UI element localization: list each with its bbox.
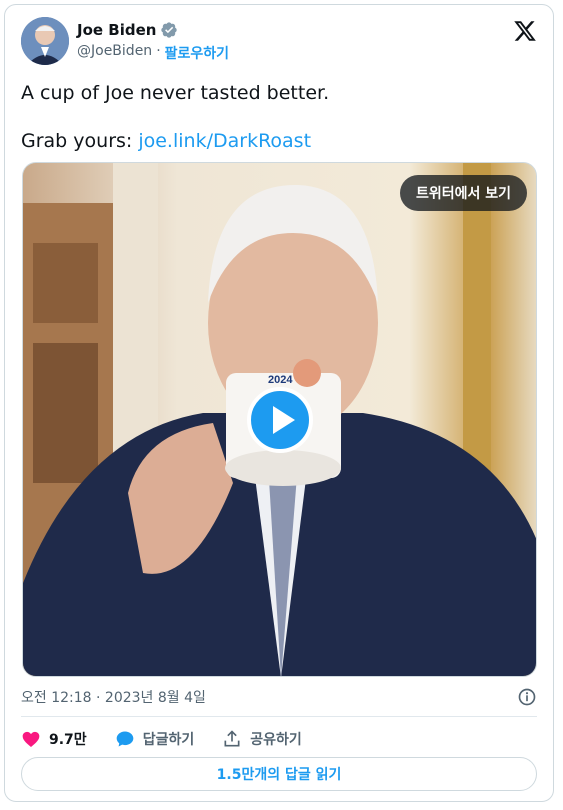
action-bar: 9.7만 답글하기 공유하기	[21, 725, 302, 753]
tweet-header: Joe Biden @JoeBiden · 팔로우하기	[21, 17, 537, 67]
heart-icon	[22, 731, 40, 747]
tweet-line-2-prefix: Grab yours:	[21, 130, 139, 152]
avatar[interactable]	[21, 17, 69, 65]
tweet-timestamp[interactable]: 오전 12:18 · 2023년 8월 4일	[21, 687, 206, 707]
watch-on-twitter-button[interactable]: 트위터에서 보기	[399, 175, 527, 211]
like-count: 9.7만	[49, 732, 87, 748]
reply-bubble-icon	[116, 731, 134, 747]
handle-row: @JoeBiden · 팔로우하기	[77, 43, 229, 63]
share-icon	[224, 730, 240, 747]
mug-text: 2024	[268, 374, 293, 386]
separator: ·	[156, 43, 161, 59]
name-row: Joe Biden	[77, 21, 178, 39]
verified-badge-icon	[161, 22, 178, 38]
like-button[interactable]: 9.7만	[21, 729, 87, 749]
read-replies-button[interactable]: 1.5만개의 답글 읽기	[21, 757, 537, 791]
play-icon	[273, 406, 295, 434]
follow-button[interactable]: 팔로우하기	[165, 43, 229, 63]
tweet-card: Joe Biden @JoeBiden · 팔로우하기 A cup of Joe…	[4, 4, 554, 802]
tweet-link[interactable]: joe.link/DarkRoast	[138, 130, 311, 152]
share-label: 공유하기	[250, 732, 302, 748]
x-logo-icon[interactable]	[513, 19, 537, 43]
author-name[interactable]: Joe Biden	[77, 21, 156, 39]
author-handle[interactable]: @JoeBiden	[77, 43, 152, 63]
tweet-line-2: Grab yours: joe.link/DarkRoast	[21, 129, 537, 153]
share-button[interactable]: 공유하기	[222, 729, 302, 749]
play-button[interactable]	[247, 387, 313, 453]
reply-button[interactable]: 답글하기	[115, 729, 195, 749]
reply-label: 답글하기	[142, 732, 195, 748]
tweet-line-1: A cup of Joe never tasted better.	[21, 82, 330, 104]
info-icon[interactable]	[517, 687, 537, 707]
video-media[interactable]: 2024 트위터에서 보기	[22, 162, 537, 677]
divider	[21, 716, 537, 717]
